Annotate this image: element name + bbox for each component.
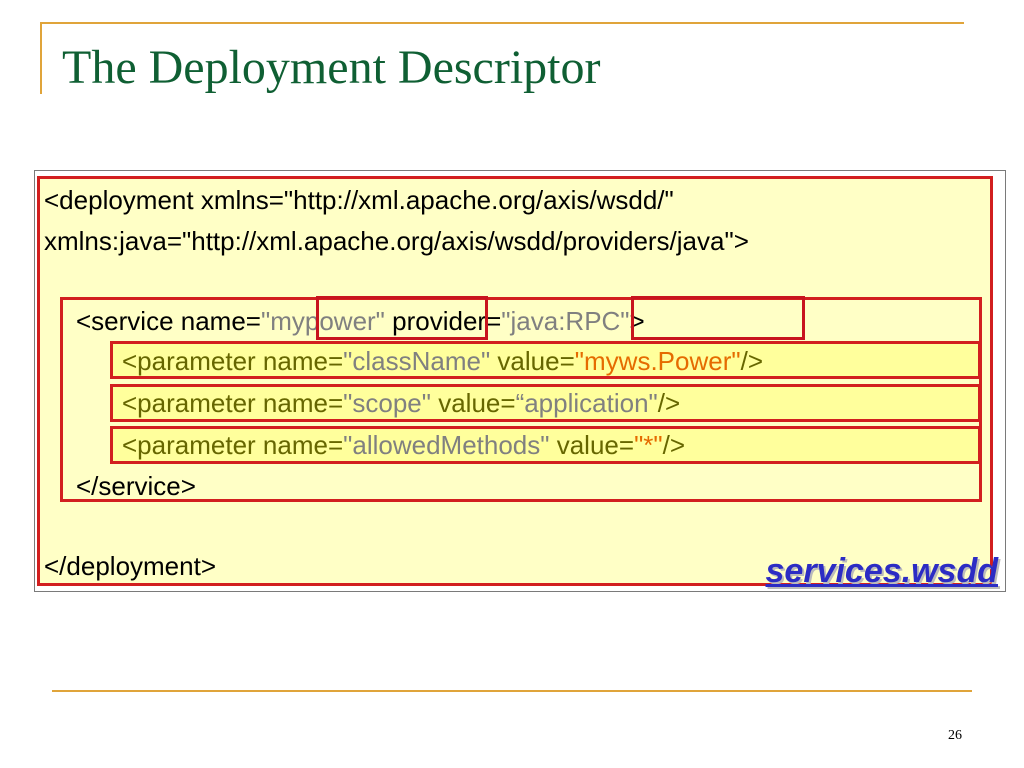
param-name: "scope": [343, 388, 431, 418]
param-value: "myws.Power": [574, 346, 741, 376]
param-line-allowedmethods: <parameter name="allowedMethods" value="…: [122, 429, 685, 461]
param-name: "allowedMethods": [343, 430, 550, 460]
page-number: 26: [948, 728, 962, 743]
param-value-attr: value=: [549, 430, 635, 460]
footer-rule: [52, 690, 972, 692]
param-tag-end: />: [657, 388, 681, 418]
param-value-attr: value=: [430, 388, 516, 418]
service-name-highlight: [316, 296, 488, 340]
file-name-label: services.wsdd: [765, 552, 998, 590]
param-value: “application": [515, 388, 658, 418]
deployment-open-line-2: xmlns:java="http://xml.apache.org/axis/w…: [44, 226, 749, 256]
param-tag-end: />: [662, 430, 686, 460]
param-line-classname: <parameter name="className" value="myws.…: [122, 345, 763, 377]
param-tag-start: <parameter name=: [122, 430, 344, 460]
service-close-line: </service>: [76, 471, 196, 501]
param-value: "*": [634, 430, 663, 460]
param-tag-start: <parameter name=: [122, 388, 344, 418]
title-rule-top: [40, 22, 964, 24]
param-name: "className": [343, 346, 491, 376]
param-value-attr: value=: [490, 346, 575, 376]
service-tag-start: <service name=: [76, 306, 261, 336]
deployment-close-line: </deployment>: [44, 551, 217, 581]
service-provider-value: "java:RPC": [501, 306, 630, 336]
service-provider-highlight: [631, 296, 805, 340]
param-tag-start: <parameter name=: [122, 346, 344, 376]
param-tag-end: />: [740, 346, 764, 376]
title-rule-side: [40, 22, 42, 94]
slide-title: The Deployment Descriptor: [62, 41, 601, 94]
param-line-scope: <parameter name="scope" value=“applicati…: [122, 387, 680, 419]
deployment-open-line-1: <deployment xmlns="http://xml.apache.org…: [44, 185, 674, 215]
